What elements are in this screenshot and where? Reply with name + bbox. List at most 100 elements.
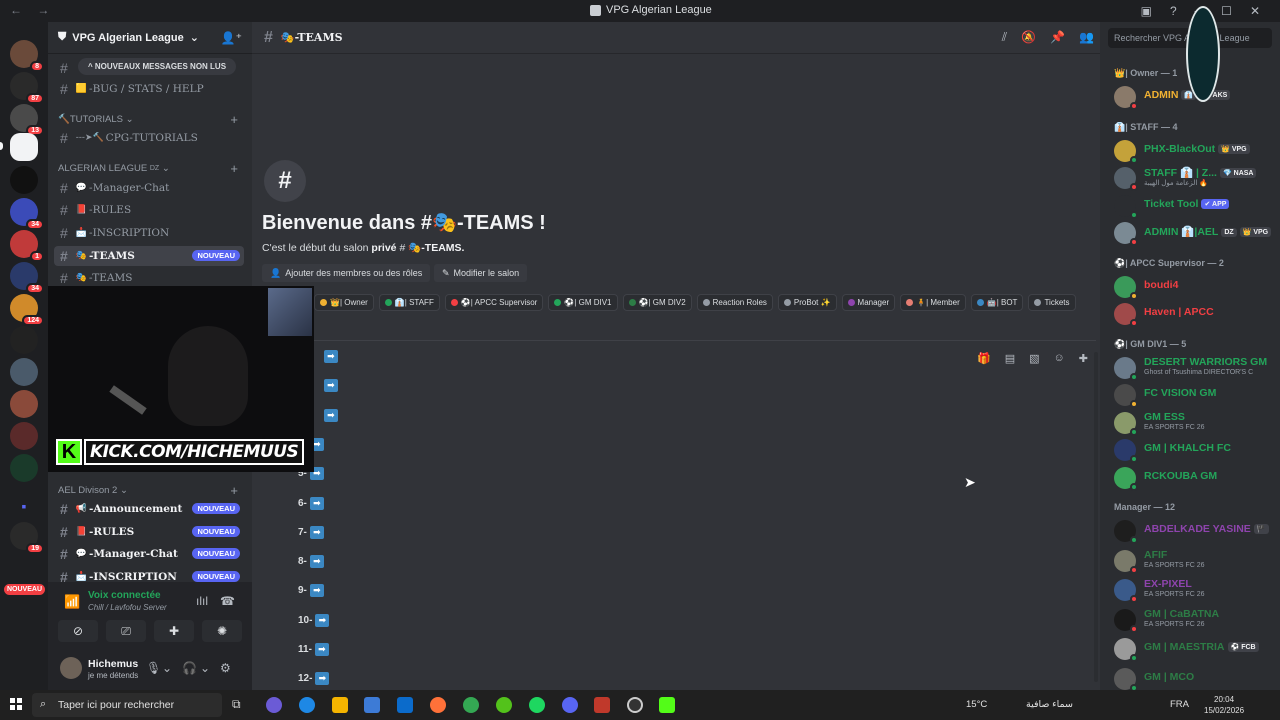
- member-item[interactable]: FC VISION GM: [1114, 382, 1276, 408]
- clock[interactable]: 20:04 15/02/2026: [1204, 694, 1244, 716]
- member-item[interactable]: STAFF 👔 | Z... 💎 NASA الزعامة مول الهيبة 🔥: [1114, 165, 1276, 191]
- taskbar-search[interactable]: ⌕ Taper ici pour rechercher: [32, 693, 222, 717]
- add-members-button[interactable]: 👤 Ajouter des membres ou des rôles: [262, 264, 431, 282]
- category-tutorials[interactable]: 🔨 TUTORIALS ⌄ +: [58, 112, 244, 127]
- channel-cpg-tutorials[interactable]: # ---➤🔨 CPG-TUTORIALS: [54, 128, 244, 148]
- signal-icon[interactable]: 📶: [64, 594, 80, 610]
- voice-location[interactable]: Chill / Lavfofou Server: [88, 603, 167, 612]
- app-icon[interactable]: [594, 697, 610, 713]
- role-chip[interactable]: Tickets: [1028, 294, 1076, 311]
- avatar[interactable]: [60, 657, 82, 679]
- channel-teams-active[interactable]: # 🎭 -TEAMS NOUVEAU: [54, 246, 244, 266]
- server-icon[interactable]: [10, 390, 38, 418]
- copilot-icon[interactable]: [266, 697, 282, 713]
- gear-icon[interactable]: ⚙: [220, 661, 231, 675]
- server-icon[interactable]: 8: [10, 40, 44, 72]
- language-indicator[interactable]: FRA: [1170, 699, 1189, 710]
- member-item[interactable]: DESERT WARRIORS GM Ghost of Tsushima DIRE…: [1114, 355, 1276, 381]
- role-chip[interactable]: ProBot ✨: [777, 294, 837, 311]
- temperature[interactable]: 15°C: [966, 699, 987, 710]
- channel-manager-chat-2[interactable]: # 💬 -Manager-Chat NOUVEAU: [54, 544, 244, 564]
- mail-icon[interactable]: [397, 697, 413, 713]
- server-icon[interactable]: [10, 326, 38, 354]
- maximize-button[interactable]: ☐: [1221, 4, 1232, 18]
- spotify-icon[interactable]: [529, 697, 545, 713]
- server-icon[interactable]: 87: [10, 72, 44, 104]
- member-item[interactable]: GM | MAESTRIA ⚽ FCB: [1114, 636, 1276, 662]
- add-channel-icon[interactable]: +: [230, 483, 238, 498]
- member-item[interactable]: boudi4: [1114, 274, 1276, 300]
- microphone-icon[interactable]: 🎙: [146, 661, 161, 675]
- notifications-muted-icon[interactable]: 🔕: [1021, 30, 1036, 45]
- member-item[interactable]: EX-PIXEL EA SPORTS FC 26: [1114, 577, 1276, 603]
- voice-status[interactable]: Voix connectée: [88, 590, 161, 601]
- obs-icon[interactable]: [627, 697, 643, 713]
- role-chip[interactable]: 👔| STAFF: [378, 294, 440, 311]
- folder-icon[interactable]: ▪: [10, 492, 38, 520]
- unread-messages-pill[interactable]: ^ NOUVEAUX MESSAGES NON LUS: [78, 58, 237, 75]
- member-item[interactable]: RCKOUBA GM: [1114, 465, 1276, 491]
- role-chip[interactable]: ⚽| APCC Supervisor: [444, 294, 544, 311]
- inbox-icon[interactable]: ▣: [1141, 4, 1152, 18]
- noise-suppression-icon[interactable]: ılıl: [196, 594, 208, 608]
- add-channel-icon[interactable]: +: [230, 161, 238, 176]
- role-chip[interactable]: ⚽| GM DIV2: [622, 294, 692, 311]
- add-member-icon[interactable]: 👤⁺: [221, 31, 242, 45]
- channel-bug-stats-help[interactable]: # 🟨 -BUG / STATS / HELP: [54, 79, 244, 99]
- task-view-icon[interactable]: ⧉: [232, 697, 248, 713]
- role-chip[interactable]: 🤖| BOT: [970, 294, 1024, 311]
- headphones-icon[interactable]: 🎧: [182, 661, 197, 675]
- edge-icon[interactable]: [299, 697, 315, 713]
- activities-button[interactable]: ✚: [154, 620, 194, 642]
- channel-rules-2[interactable]: # 📕 -RULES NOUVEAU: [54, 522, 244, 542]
- server-icon[interactable]: [10, 358, 38, 386]
- member-item[interactable]: GM | CaBATNA EA SPORTS FC 26: [1114, 607, 1276, 633]
- category-ael-division-2[interactable]: AEL Divison 2 ⌄ +: [58, 483, 244, 498]
- server-icon[interactable]: 1: [10, 230, 44, 262]
- server-header[interactable]: ⛊ VPG Algerian League ⌄ 👤⁺: [48, 22, 252, 54]
- member-item[interactable]: GM | KHALCH FC: [1114, 437, 1276, 463]
- nav-back-forward-icon[interactable]: ← →: [10, 3, 55, 17]
- discord-icon[interactable]: [562, 697, 578, 713]
- add-channel-icon[interactable]: +: [230, 112, 238, 127]
- server-icon[interactable]: [10, 422, 38, 450]
- help-icon[interactable]: ?: [1170, 4, 1177, 18]
- channel-announcement[interactable]: # 📢 -Announcement NOUVEAU: [54, 499, 244, 519]
- member-item[interactable]: GM ESS EA SPORTS FC 26: [1114, 410, 1276, 436]
- windows-start-icon[interactable]: [10, 698, 22, 710]
- weather-condition[interactable]: سماء صافية: [1026, 699, 1073, 710]
- edit-channel-button[interactable]: ✎ Modifier le salon: [434, 264, 528, 282]
- server-icon[interactable]: [10, 454, 38, 482]
- pin-icon[interactable]: 📌: [1050, 30, 1065, 45]
- disconnect-icon[interactable]: ☎: [220, 594, 235, 608]
- new-badge[interactable]: NOUVEAU: [4, 584, 46, 595]
- member-item[interactable]: PHX-BlackOut 👑 VPG: [1114, 138, 1276, 164]
- gif-icon[interactable]: ▤: [1005, 352, 1015, 365]
- close-button[interactable]: ✕: [1250, 4, 1260, 18]
- role-chip[interactable]: Reaction Roles: [696, 294, 773, 311]
- camera-off-button[interactable]: ⊘: [58, 620, 98, 642]
- server-icon[interactable]: [10, 166, 38, 194]
- screen-share-button[interactable]: ⎚: [106, 620, 146, 642]
- chrome-icon[interactable]: [463, 697, 479, 713]
- server-icon[interactable]: 13: [10, 104, 44, 136]
- chevron-down-icon[interactable]: ⌄: [162, 661, 172, 675]
- threads-icon[interactable]: ⫽: [1002, 30, 1007, 45]
- sticker-icon[interactable]: ▧: [1029, 352, 1039, 365]
- firefox-icon[interactable]: [430, 697, 446, 713]
- member-item[interactable]: Ticket Tool ✔ APP: [1114, 193, 1276, 219]
- store-icon[interactable]: [364, 697, 380, 713]
- member-item[interactable]: ABDELKADE YASINE 🏴: [1114, 518, 1276, 544]
- server-icon[interactable]: 19: [10, 522, 44, 554]
- file-explorer-icon[interactable]: [332, 697, 348, 713]
- category-algerian-league[interactable]: ALGERIAN LEAGUE DZ ⌄ +: [58, 161, 244, 176]
- user-name[interactable]: Hichemus: [88, 658, 138, 670]
- member-item[interactable]: GM | MCO: [1114, 666, 1276, 692]
- app-icon[interactable]: [496, 697, 512, 713]
- server-icon[interactable]: 124: [10, 294, 44, 326]
- kick-app-icon[interactable]: [659, 697, 675, 713]
- member-item[interactable]: Haven | APCC: [1114, 301, 1276, 327]
- soundboard-button[interactable]: ✺: [202, 620, 242, 642]
- role-chip[interactable]: 👑| Owner: [314, 294, 374, 311]
- member-item[interactable]: ADMIN 👔|AEL DZ 👑 VPG: [1114, 220, 1276, 246]
